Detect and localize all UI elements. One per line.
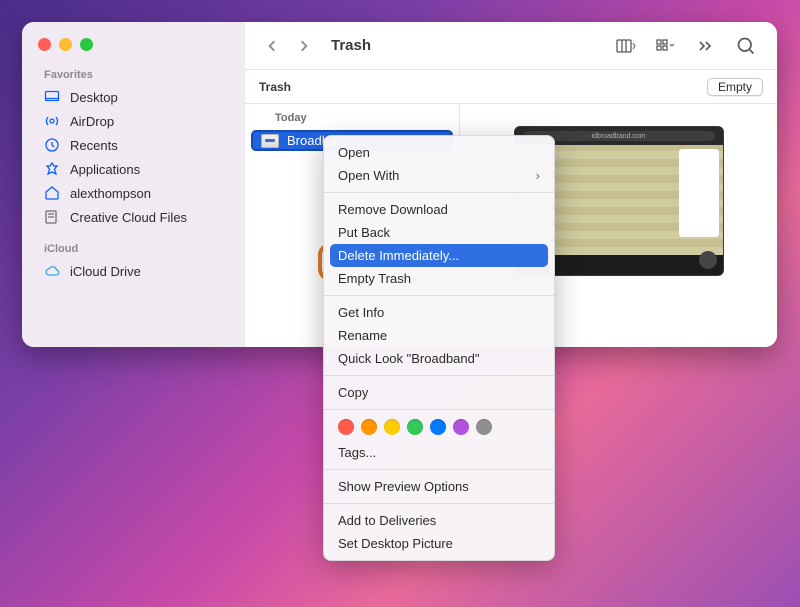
applications-icon	[44, 161, 60, 177]
sidebar-item-icloud-drive[interactable]: iCloud Drive	[22, 259, 245, 283]
menu-show-preview-options[interactable]: Show Preview Options	[324, 475, 554, 498]
forward-button[interactable]	[291, 33, 317, 59]
home-icon	[44, 185, 60, 201]
favorites-header: Favorites	[22, 65, 245, 85]
menu-tag-colors	[324, 415, 554, 441]
sidebar-item-home[interactable]: alexthompson	[22, 181, 245, 205]
traffic-lights	[22, 34, 245, 65]
menu-remove-download[interactable]: Remove Download	[324, 198, 554, 221]
sidebar-item-label: Creative Cloud Files	[70, 210, 187, 225]
minimize-button[interactable]	[59, 38, 72, 51]
sidebar-item-label: AirDrop	[70, 114, 114, 129]
menu-put-back[interactable]: Put Back	[324, 221, 554, 244]
menu-open-with[interactable]: Open With›	[324, 164, 554, 187]
menu-empty-trash[interactable]: Empty Trash	[324, 267, 554, 290]
sidebar-item-applications[interactable]: Applications	[22, 157, 245, 181]
sidebar-item-label: alexthompson	[70, 186, 151, 201]
sidebar-item-label: Applications	[70, 162, 140, 177]
tag-blue[interactable]	[430, 419, 446, 435]
cloud-icon	[44, 263, 60, 279]
menu-get-info[interactable]: Get Info	[324, 301, 554, 324]
sidebar-item-label: iCloud Drive	[70, 264, 141, 279]
folder-icon	[44, 209, 60, 225]
menu-copy[interactable]: Copy	[324, 381, 554, 404]
desktop-icon	[44, 89, 60, 105]
group-header-today: Today	[245, 104, 459, 130]
more-button[interactable]	[689, 33, 723, 59]
back-button[interactable]	[259, 33, 285, 59]
menu-quick-look[interactable]: Quick Look "Broadband"	[324, 347, 554, 370]
tag-purple[interactable]	[453, 419, 469, 435]
sidebar: Favorites Desktop AirDrop Recents Applic…	[22, 22, 245, 347]
context-menu: Open Open With› Remove Download Put Back…	[323, 135, 555, 561]
chevron-right-icon: ›	[536, 168, 540, 183]
menu-tags[interactable]: Tags...	[324, 441, 554, 464]
maximize-button[interactable]	[80, 38, 93, 51]
toolbar: Trash	[245, 22, 777, 70]
menu-rename[interactable]: Rename	[324, 324, 554, 347]
icloud-header: iCloud	[22, 239, 245, 259]
sidebar-item-creative-cloud[interactable]: Creative Cloud Files	[22, 205, 245, 229]
menu-open[interactable]: Open	[324, 141, 554, 164]
tag-green[interactable]	[407, 419, 423, 435]
airdrop-icon	[44, 113, 60, 129]
view-group-button[interactable]	[649, 33, 683, 59]
webloc-icon	[261, 134, 279, 148]
clock-icon	[44, 137, 60, 153]
close-button[interactable]	[38, 38, 51, 51]
sidebar-item-recents[interactable]: Recents	[22, 133, 245, 157]
sidebar-item-label: Desktop	[70, 90, 118, 105]
sidebar-item-airdrop[interactable]: AirDrop	[22, 109, 245, 133]
sidebar-item-desktop[interactable]: Desktop	[22, 85, 245, 109]
tag-orange[interactable]	[361, 419, 377, 435]
menu-add-to-deliveries[interactable]: Add to Deliveries	[324, 509, 554, 532]
tag-gray[interactable]	[476, 419, 492, 435]
page-title: Trash	[331, 37, 371, 54]
empty-trash-button[interactable]: Empty	[707, 78, 763, 96]
tag-red[interactable]	[338, 419, 354, 435]
menu-delete-immediately[interactable]: Delete Immediately...	[330, 244, 548, 267]
location-bar: Trash Empty	[245, 70, 777, 104]
location-label: Trash	[259, 80, 291, 94]
tag-yellow[interactable]	[384, 419, 400, 435]
view-columns-button[interactable]	[609, 33, 643, 59]
sidebar-item-label: Recents	[70, 138, 118, 153]
menu-set-desktop-picture[interactable]: Set Desktop Picture	[324, 532, 554, 555]
search-button[interactable]	[729, 33, 763, 59]
